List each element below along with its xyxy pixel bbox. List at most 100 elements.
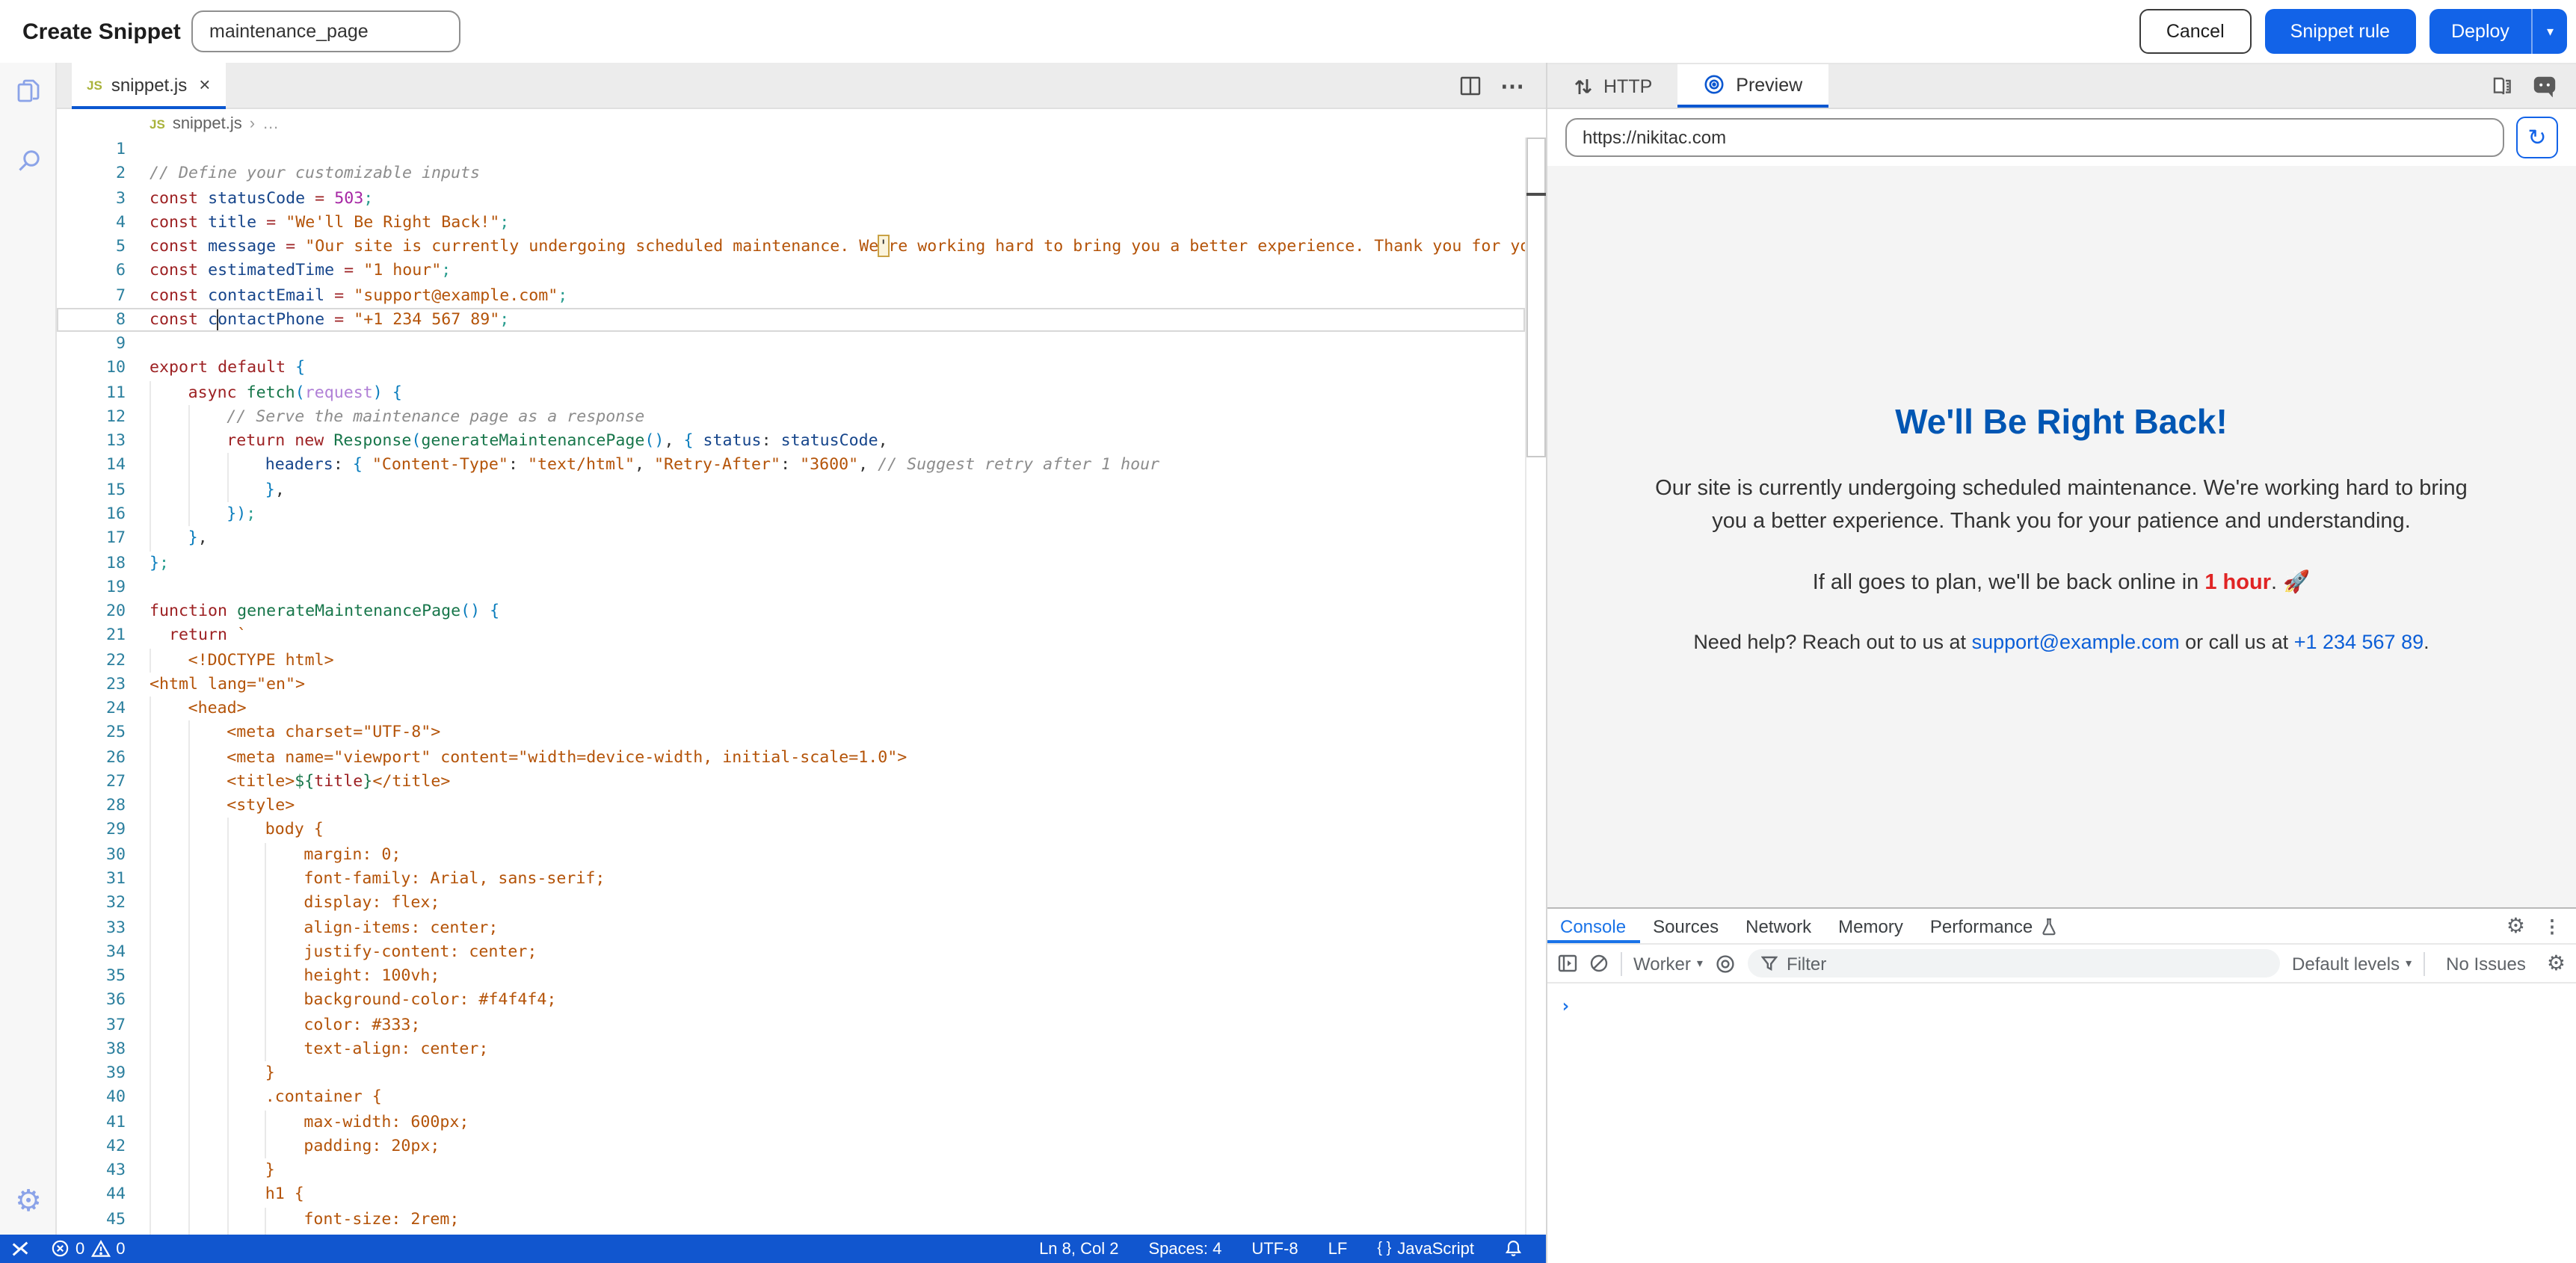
tab-network[interactable]: Network: [1732, 909, 1825, 943]
breadcrumb[interactable]: JS snippet.js › …: [57, 109, 1545, 138]
code-line[interactable]: 32display: flex;: [57, 891, 1545, 915]
code-line[interactable]: 21 return `: [57, 624, 1545, 649]
language-mode[interactable]: { } JavaScript: [1366, 1240, 1485, 1258]
code-line[interactable]: 33align-items: center;: [57, 915, 1545, 940]
eol-sequence[interactable]: LF: [1318, 1240, 1358, 1258]
code-line[interactable]: 30margin: 0;: [57, 842, 1545, 867]
tab-preview[interactable]: Preview: [1677, 64, 1828, 108]
code-line[interactable]: 2// Define your customizable inputs: [57, 162, 1545, 187]
code-line[interactable]: 39}: [57, 1061, 1545, 1086]
breadcrumb-symbol[interactable]: …: [262, 114, 279, 132]
close-tab-icon[interactable]: ×: [199, 73, 210, 96]
deploy-caret-icon[interactable]: ▾: [2533, 23, 2567, 40]
more-actions-icon[interactable]: ⋯: [1500, 71, 1524, 101]
devtools-settings-gear-icon[interactable]: ⚙: [2506, 913, 2525, 939]
line-number: 41: [57, 1110, 150, 1134]
code-line[interactable]: 11async fetch(request) {: [57, 380, 1545, 405]
remote-indicator[interactable]: [0, 1235, 40, 1263]
code-line[interactable]: 31font-family: Arial, sans-serif;: [57, 867, 1545, 892]
code-line[interactable]: 18};: [57, 551, 1545, 575]
split-editor-icon[interactable]: [1458, 75, 1481, 97]
devtools-kebab-icon[interactable]: ⋮: [2543, 915, 2561, 936]
code-line[interactable]: 9: [57, 332, 1545, 356]
code-line[interactable]: 38text-align: center;: [57, 1037, 1545, 1062]
live-expression-eye-icon[interactable]: [1715, 953, 1736, 974]
line-content: const statusCode = 503;: [150, 186, 1545, 211]
code-line[interactable]: 19: [57, 575, 1545, 600]
code-line[interactable]: 40.container {: [57, 1086, 1545, 1111]
cancel-button[interactable]: Cancel: [2139, 9, 2252, 54]
code-line[interactable]: 35height: 100vh;: [57, 964, 1545, 989]
search-icon[interactable]: [0, 132, 57, 188]
default-levels-dropdown[interactable]: Default levels▾: [2292, 953, 2412, 974]
tab-snippet-js[interactable]: JS snippet.js ×: [72, 63, 225, 109]
tab-http[interactable]: HTTP: [1547, 64, 1677, 108]
discord-chat-icon[interactable]: [2533, 75, 2557, 97]
phone-link[interactable]: +1 234 567 89: [2294, 631, 2424, 653]
code-line[interactable]: 20function generateMaintenancePage() {: [57, 599, 1545, 624]
code-line[interactable]: 37color: #333;: [57, 1013, 1545, 1037]
line-content: <title>${title}</title>: [150, 770, 1545, 794]
console-filter-input[interactable]: Filter: [1748, 949, 2280, 978]
settings-gear-icon[interactable]: ⚙: [0, 1172, 57, 1229]
console-settings-gear-icon[interactable]: ⚙: [2547, 951, 2566, 976]
code-line[interactable]: 27<title>${title}</title>: [57, 770, 1545, 794]
console-sidebar-icon[interactable]: [1557, 954, 1577, 973]
snippet-name-input[interactable]: [191, 10, 460, 52]
cursor-position[interactable]: Ln 8, Col 2: [1029, 1240, 1129, 1258]
code-line[interactable]: 14headers: { "Content-Type": "text/html"…: [57, 454, 1545, 478]
notifications-bell-icon[interactable]: [1494, 1240, 1533, 1259]
tab-memory[interactable]: Memory: [1825, 909, 1917, 943]
tab-performance[interactable]: Performance: [1917, 909, 2070, 943]
deploy-split-button[interactable]: Deploy ▾: [2429, 9, 2567, 54]
tab-console[interactable]: Console: [1547, 909, 1639, 943]
code-line[interactable]: 15},: [57, 478, 1545, 502]
files-icon[interactable]: [0, 63, 57, 120]
encoding[interactable]: UTF-8: [1241, 1240, 1308, 1258]
deploy-button[interactable]: Deploy: [2429, 21, 2532, 42]
problems-indicator[interactable]: 0 0: [40, 1235, 136, 1263]
code-line[interactable]: 4const title = "We'll Be Right Back!";: [57, 211, 1545, 235]
support-email-link[interactable]: support@example.com: [1972, 631, 2180, 653]
editor-scrollbar[interactable]: [1525, 138, 1545, 1235]
code-line[interactable]: 1: [57, 138, 1545, 162]
indentation[interactable]: Spaces: 4: [1138, 1240, 1232, 1258]
indent-guide: [188, 794, 227, 818]
url-input[interactable]: [1565, 118, 2504, 157]
code-line[interactable]: 24<head>: [57, 697, 1545, 721]
console-prompt[interactable]: ›: [1547, 983, 2576, 1016]
code-line[interactable]: 10export default {: [57, 356, 1545, 381]
code-editor[interactable]: 12// Define your customizable inputs3con…: [57, 138, 1545, 1235]
code-line[interactable]: 3const statusCode = 503;: [57, 186, 1545, 211]
code-line[interactable]: 13return new Response(generateMaintenanc…: [57, 429, 1545, 454]
breadcrumb-file[interactable]: snippet.js: [173, 114, 242, 132]
clear-console-icon[interactable]: [1589, 954, 1608, 973]
code-line[interactable]: 8const contactPhone = "+1 234 567 89";: [57, 308, 1545, 333]
code-line[interactable]: 42padding: 20px;: [57, 1134, 1545, 1159]
code-line[interactable]: 44h1 {: [57, 1183, 1545, 1208]
code-line[interactable]: 17},: [57, 527, 1545, 552]
code-line[interactable]: 36background-color: #f4f4f4;: [57, 989, 1545, 1013]
code-line[interactable]: 12// Serve the maintenance page as a res…: [57, 405, 1545, 430]
code-line[interactable]: 45font-size: 2rem;: [57, 1207, 1545, 1232]
code-line[interactable]: 41max-width: 600px;: [57, 1110, 1545, 1134]
code-line[interactable]: 7const contactEmail = "support@example.c…: [57, 283, 1545, 308]
code-line[interactable]: 6const estimatedTime = "1 hour";: [57, 259, 1545, 284]
code-line[interactable]: 22<!DOCTYPE html>: [57, 648, 1545, 673]
scrollbar-thumb[interactable]: [1526, 138, 1545, 457]
issues-counter[interactable]: No Issues: [2437, 953, 2535, 974]
context-selector[interactable]: Worker▾: [1633, 953, 1703, 974]
tab-sources[interactable]: Sources: [1639, 909, 1732, 943]
code-line[interactable]: 25<meta charset="UTF-8">: [57, 721, 1545, 746]
code-line[interactable]: 5const message = "Our site is currently …: [57, 235, 1545, 259]
code-line[interactable]: 43}: [57, 1158, 1545, 1183]
code-line[interactable]: 16});: [57, 502, 1545, 527]
code-line[interactable]: 29body {: [57, 818, 1545, 843]
code-line[interactable]: 26<meta name="viewport" content="width=d…: [57, 745, 1545, 770]
docs-book-icon[interactable]: [2491, 75, 2513, 97]
code-line[interactable]: 34justify-content: center;: [57, 940, 1545, 965]
snippet-rule-button[interactable]: Snippet rule: [2265, 9, 2415, 54]
code-line[interactable]: 28<style>: [57, 794, 1545, 818]
code-line[interactable]: 23<html lang="en">: [57, 673, 1545, 697]
refresh-button[interactable]: ↻: [2516, 117, 2558, 158]
